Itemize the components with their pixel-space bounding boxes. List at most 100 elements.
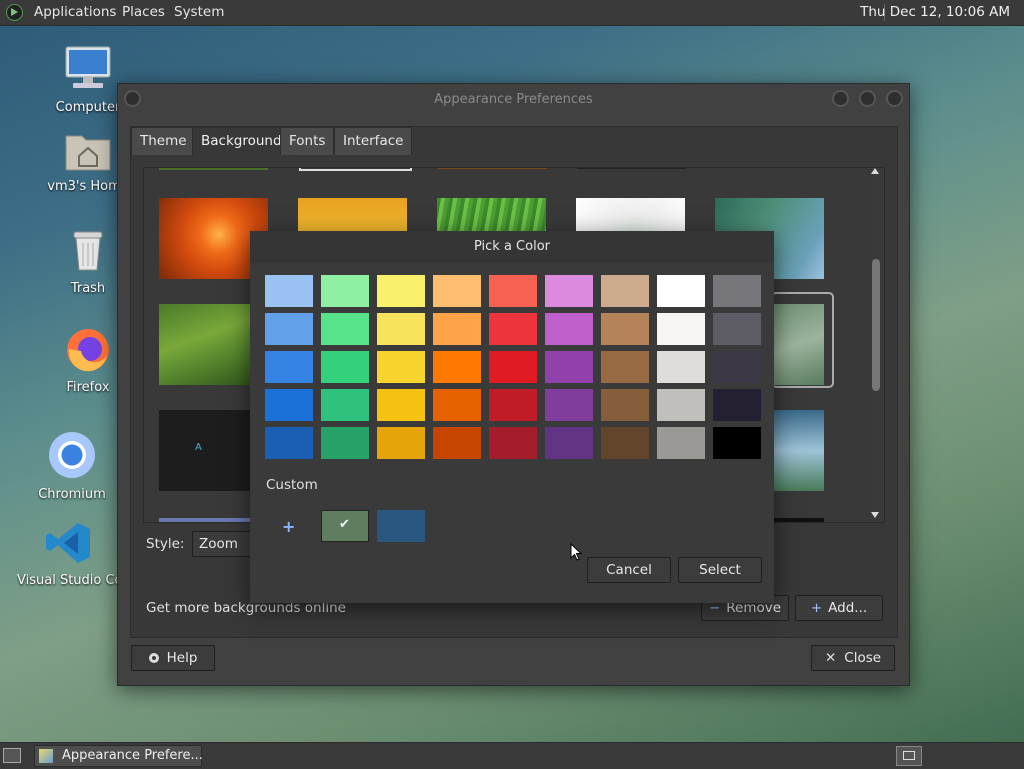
custom-color-swatch-2[interactable] [377,510,425,542]
menu-system[interactable]: System [174,0,224,25]
color-swatch[interactable] [713,313,761,345]
color-swatch[interactable] [489,313,537,345]
custom-color-swatch-1[interactable]: ✔ [321,510,369,542]
color-swatch[interactable] [657,351,705,383]
color-swatch[interactable] [601,427,649,459]
color-swatch[interactable] [601,389,649,421]
color-swatch[interactable] [545,427,593,459]
color-swatch[interactable] [489,427,537,459]
color-swatch[interactable] [713,275,761,307]
tab-fonts[interactable]: Fonts [280,127,335,155]
color-swatch[interactable] [601,313,649,345]
color-swatch[interactable] [377,313,425,345]
menu-applications[interactable]: Applications [34,0,116,25]
color-swatch[interactable] [545,313,593,345]
menu-places[interactable]: Places [122,0,165,25]
help-button[interactable]: Help [131,645,215,671]
color-swatch[interactable] [433,427,481,459]
color-swatch[interactable] [657,389,705,421]
desktop-icon-vscode[interactable]: Visual Studio Code [17,520,121,588]
home-folder-icon [65,135,111,171]
style-label: Style: [146,536,185,552]
color-swatch[interactable] [377,427,425,459]
top-panel: Applications Places System Thu Dec 12, 1… [0,0,1024,26]
window-icon [903,751,915,760]
mouse-cursor-icon [570,543,582,561]
color-swatch[interactable] [489,275,537,307]
workspace-switcher[interactable] [896,746,922,766]
desktop-icon-chromium[interactable]: Chromium [17,430,127,502]
close-label: Close [844,650,882,666]
color-swatch[interactable] [545,389,593,421]
firefox-icon [67,329,109,372]
window-menu-button[interactable] [124,90,141,107]
color-swatch[interactable] [321,389,369,421]
scroll-down-arrow-icon[interactable] [871,512,879,518]
minimize-button[interactable] [832,90,849,107]
color-swatch[interactable] [489,389,537,421]
distro-logo-icon[interactable] [6,4,23,21]
checkmark-icon: ✔ [339,517,350,532]
close-button[interactable]: ✕ Close [811,645,895,671]
color-swatch[interactable] [657,313,705,345]
dialog-title[interactable]: Pick a Color [250,231,774,263]
add-button[interactable]: + Add... [795,595,883,621]
taskbar-item-label: Appearance Prefere... [62,748,203,763]
tab-background[interactable]: Background [192,127,291,156]
color-swatch[interactable] [321,427,369,459]
desktop-icon-label: Visual Studio Code [17,573,121,588]
appearance-app-icon [39,749,53,763]
window-title[interactable]: Appearance Preferences [118,84,909,118]
wallpaper-thumbnail[interactable] [771,518,824,522]
color-swatch[interactable] [545,275,593,307]
clock[interactable]: Thu Dec 12, 10:06 AM [860,0,1010,25]
color-swatch[interactable] [713,389,761,421]
wallpaper-thumbnail[interactable] [771,304,824,385]
bottom-taskbar: Appearance Prefere... [0,742,1024,769]
color-swatch[interactable] [321,313,369,345]
wallpaper-thumbnail[interactable] [299,168,412,171]
tab-theme[interactable]: Theme [131,127,196,155]
color-swatch[interactable] [265,313,313,345]
color-swatch[interactable] [377,351,425,383]
wallpaper-thumbnail[interactable] [577,168,686,169]
wallpaper-thumbnail[interactable] [159,168,268,170]
custom-label: Custom [266,477,318,493]
taskbar-item-appearance[interactable]: Appearance Prefere... [34,745,203,767]
color-swatch[interactable] [433,351,481,383]
color-swatch[interactable] [489,351,537,383]
color-swatch[interactable] [265,389,313,421]
color-swatch[interactable] [321,275,369,307]
trash-icon [73,231,103,271]
color-swatch[interactable] [657,275,705,307]
color-swatch[interactable] [713,351,761,383]
wallpaper-thumbnail[interactable] [438,168,547,169]
color-swatch[interactable] [601,275,649,307]
color-swatch[interactable] [265,427,313,459]
color-swatch[interactable] [545,351,593,383]
tab-interface[interactable]: Interface [334,127,413,155]
color-swatch[interactable] [433,313,481,345]
wallpaper-thumbnail[interactable] [771,410,824,491]
color-swatch[interactable] [433,275,481,307]
maximize-button[interactable] [859,90,876,107]
add-label: Add... [828,600,868,616]
color-swatch[interactable] [265,351,313,383]
help-lifebuoy-icon [148,653,159,663]
desktop-icon-label: Chromium [38,487,106,502]
color-swatch[interactable] [265,275,313,307]
color-swatch[interactable] [321,351,369,383]
color-swatch[interactable] [433,389,481,421]
select-button[interactable]: Select [678,557,762,583]
scrollbar-thumb[interactable] [872,259,880,391]
color-swatch[interactable] [377,389,425,421]
show-desktop-icon[interactable] [3,748,21,763]
color-swatch[interactable] [377,275,425,307]
color-swatch[interactable] [601,351,649,383]
cancel-button[interactable]: Cancel [587,557,671,583]
add-custom-color-button[interactable]: + [282,517,295,536]
color-swatch[interactable] [657,427,705,459]
close-window-button[interactable] [886,90,903,107]
scroll-up-arrow-icon[interactable] [871,168,879,174]
color-swatch[interactable] [713,427,761,459]
